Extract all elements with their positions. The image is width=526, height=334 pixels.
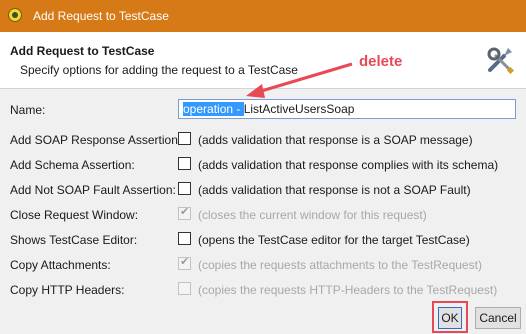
close-request-window-description: (closes the current window for this requ… bbox=[198, 208, 427, 222]
not-soap-fault-assertion-checkbox[interactable] bbox=[178, 182, 191, 195]
window-title: Add Request to TestCase bbox=[33, 9, 169, 23]
checkmark-icon: ✔ bbox=[180, 206, 190, 218]
schema-assertion-label: Add Schema Assertion: bbox=[10, 158, 135, 172]
copy-http-headers-description: (copies the requests HTTP-Headers to the… bbox=[198, 283, 498, 297]
not-soap-fault-assertion-label: Add Not SOAP Fault Assertion: bbox=[10, 183, 176, 197]
close-request-window-label: Close Request Window: bbox=[10, 208, 139, 222]
title-bar: Add Request to TestCase bbox=[0, 0, 526, 32]
shows-testcase-editor-description: (opens the TestCase editor for the targe… bbox=[198, 233, 470, 247]
copy-http-headers-checkbox bbox=[178, 282, 191, 295]
copy-attachments-checkbox: ✔ bbox=[178, 256, 191, 270]
name-remaining-text: ListActiveUsersSoap bbox=[243, 102, 355, 116]
shows-testcase-editor-checkbox[interactable] bbox=[178, 232, 191, 245]
schema-assertion-description: (adds validation that response complies … bbox=[198, 158, 499, 172]
shows-testcase-editor-label: Shows TestCase Editor: bbox=[10, 233, 138, 247]
close-request-window-checkbox: ✔ bbox=[178, 206, 191, 220]
annotation-label: delete bbox=[359, 53, 403, 70]
soapui-icon bbox=[8, 8, 22, 22]
dialog-description: Specify options for adding the request t… bbox=[20, 63, 298, 77]
dialog-title: Add Request to TestCase bbox=[10, 44, 155, 58]
cancel-button[interactable]: Cancel bbox=[475, 307, 521, 329]
soap-response-assertion-checkbox[interactable] bbox=[178, 132, 191, 145]
name-label: Name: bbox=[10, 103, 46, 117]
soap-response-assertion-label: Add SOAP Response Assertion: bbox=[10, 133, 182, 147]
ok-button[interactable]: OK bbox=[438, 307, 462, 329]
copy-http-headers-label: Copy HTTP Headers: bbox=[10, 283, 125, 297]
copy-attachments-label: Copy Attachments: bbox=[10, 258, 111, 272]
schema-assertion-checkbox[interactable] bbox=[178, 157, 191, 170]
name-field[interactable]: operation - ListActiveUsersSoap bbox=[178, 99, 516, 119]
dialog-header: Add Request to TestCase Specify options … bbox=[0, 32, 526, 89]
tools-icon bbox=[487, 47, 515, 75]
copy-attachments-description: (copies the requests attachments to the … bbox=[198, 258, 482, 272]
checkmark-icon: ✔ bbox=[180, 256, 190, 268]
not-soap-fault-assertion-description: (adds validation that response is not a … bbox=[198, 183, 471, 197]
name-selected-text: operation - bbox=[183, 102, 244, 116]
soap-response-assertion-description: (adds validation that response is a SOAP… bbox=[198, 133, 473, 147]
